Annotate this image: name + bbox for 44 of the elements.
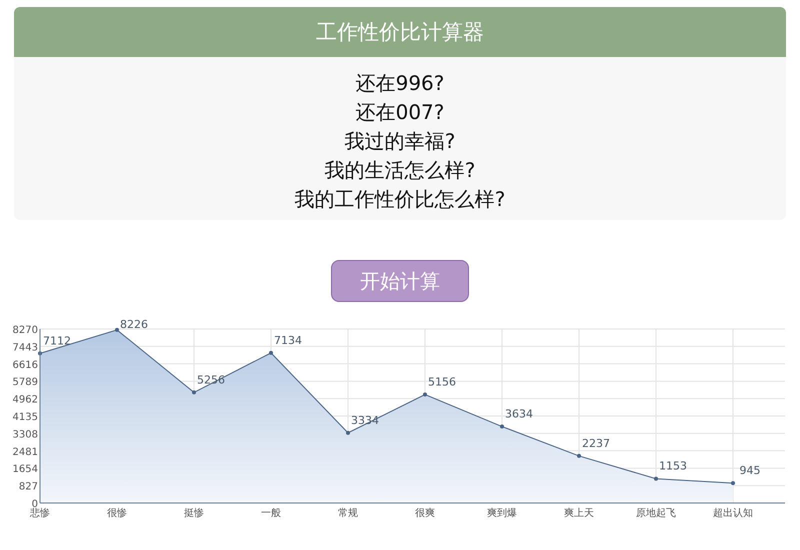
point (192, 390, 196, 394)
question-text: 我的工作性价比怎么样? (294, 186, 506, 213)
data-label: 7112 (43, 334, 71, 348)
x-tick-label: 原地起飞 (636, 508, 676, 519)
data-label: 7134 (274, 334, 302, 347)
point (654, 476, 658, 481)
y-tick-label: 7443 (12, 342, 38, 354)
data-label: 5156 (428, 376, 456, 389)
y-tick-label: 4962 (12, 394, 38, 406)
question-text: 还在996? (356, 70, 444, 97)
header-title: 工作性价比计算器 (14, 7, 786, 57)
y-tick-label: 827 (18, 482, 38, 493)
data-label: 3634 (505, 408, 533, 421)
y-tick-label: 6616 (12, 360, 38, 371)
question-text: 我的生活怎么样? (324, 157, 476, 184)
question-text: 还在007? (356, 99, 444, 126)
start-button[interactable]: 开始计算 (331, 260, 469, 302)
y-tick-label: 3308 (12, 429, 38, 440)
data-label: 945 (740, 464, 760, 478)
point (731, 481, 735, 486)
data-label: 2237 (582, 436, 610, 450)
point (577, 454, 581, 458)
x-tick-label: 悲惨 (30, 508, 50, 519)
y-tick-label: 5789 (12, 377, 38, 388)
y-tick-label: 1654 (12, 464, 38, 476)
question-text: 我过的幸福? (344, 128, 456, 155)
x-tick-label: 挺惨 (184, 508, 204, 519)
data-label: 8226 (120, 318, 148, 331)
y-tick-label: 4135 (12, 412, 38, 423)
x-tick-label: 常规 (338, 508, 358, 519)
x-tick-label: 一般 (261, 508, 281, 519)
y-tick-label: 2481 (12, 446, 38, 458)
x-tick-label: 爽上天 (564, 508, 594, 519)
x-tick-label: 爽到爆 (487, 508, 517, 519)
point (423, 392, 427, 397)
x-tick-label: 很惨 (107, 508, 127, 519)
point (269, 350, 273, 355)
point (346, 430, 350, 435)
x-tick-label: 很爽 (415, 508, 435, 519)
point (115, 328, 119, 332)
x-tick-label: 超出认知 (713, 508, 753, 519)
data-label: 1153 (659, 460, 687, 473)
y-tick-label: 8270 (12, 325, 38, 336)
point (500, 424, 504, 429)
